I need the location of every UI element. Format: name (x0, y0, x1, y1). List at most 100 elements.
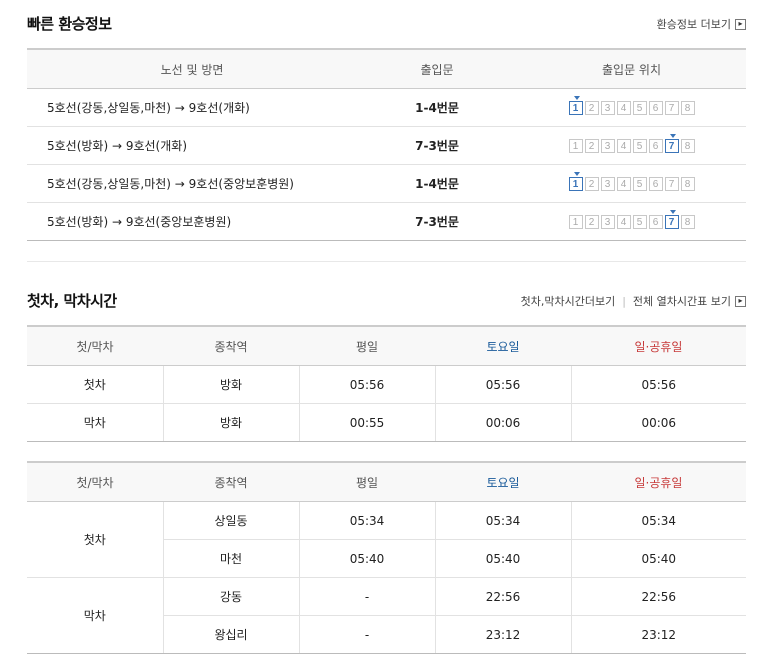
exit-cell: 7-3번문 (357, 126, 517, 165)
route-cell: 5호선(방화) → 9호선(중앙보훈병원) (27, 202, 357, 241)
route-cell: 5호선(강동,상일동,마천) → 9호선(중앙보훈병원) (27, 164, 357, 203)
door-box: 1 (568, 139, 583, 154)
door-box: 3 (600, 101, 615, 116)
weekday-time-cell: 00:55 (298, 403, 435, 442)
transfer-row: 5호선(강동,상일동,마천) → 9호선(중앙보훈병원) 1-4번문 1 2 3 4 5 6 7… (27, 164, 746, 203)
header-saturday: 토요일 (435, 325, 571, 366)
door-position-cell: 12345678 (517, 202, 746, 241)
holiday-time-cell: 05:56 (570, 365, 746, 404)
transfer-header-row: 노선 및 방면 출입문 출입문 위치 (27, 48, 746, 89)
weekday-time-cell: 05:34 (298, 501, 435, 540)
route-cell: 5호선(방화) → 9호선(개화) (27, 126, 357, 165)
door-position-cell: 12345678 (517, 88, 746, 127)
weekday-time-cell: 05:56 (298, 365, 435, 404)
header-weekday: 평일 (299, 325, 435, 366)
door-box: 6 (648, 139, 663, 154)
terminal-station-cell: 방화 (162, 365, 299, 404)
timetable-all-link[interactable]: 전체 열차시간표 보기 (633, 293, 731, 309)
holiday-time-cell: 05:34 (570, 501, 746, 540)
firstlast-table-2: 첫/막차 종착역 평일 토요일 일·공휴일 첫차 상일동 05:34 05:34 05:… (27, 461, 746, 654)
door-box: 1 (568, 215, 583, 230)
firstlast-more-link[interactable]: 첫차,막차시간더보기 (521, 293, 616, 309)
door-box: 8 (680, 139, 695, 154)
header-saturday: 토요일 (435, 461, 571, 502)
weekday-time-cell: 05:40 (298, 539, 435, 578)
saturday-time-cell: 05:40 (434, 539, 571, 578)
firstlast-header-row: 첫/막차 종착역 평일 토요일 일·공휴일 (27, 325, 746, 366)
door-box: 3 (600, 215, 615, 230)
exit-cell: 1-4번문 (357, 164, 517, 203)
door-box: 8 (680, 101, 695, 116)
door-indicator: 12345678 (568, 210, 695, 230)
door-box: 2 (584, 139, 599, 154)
terminal-station-cell: 왕십리 (162, 615, 299, 654)
train-kind-cell: 막차 (27, 577, 163, 654)
door-position-cell: 12345678 (517, 164, 746, 203)
terminal-station-cell: 강동 (162, 577, 299, 616)
holiday-time-cell: 23:12 (570, 615, 746, 654)
timetable-row: 첫차 방화 05:56 05:56 05:56 (27, 365, 746, 404)
saturday-time-cell: 05:56 (434, 365, 571, 404)
timetable-row: 첫차 상일동 05:34 05:34 05:34 (27, 501, 746, 578)
door-box: 5 (632, 101, 647, 116)
chevron-right-icon[interactable]: ▸ (735, 295, 746, 307)
header-exit: 출입문 (357, 48, 517, 89)
door-box: 8 (680, 177, 695, 192)
door-box: 7 (664, 177, 679, 192)
route-cell: 5호선(강동,상일동,마천) → 9호선(개화) (27, 88, 357, 127)
door-box: 1 (568, 172, 583, 192)
door-box: 3 (600, 177, 615, 192)
saturday-time-cell: 22:56 (434, 577, 571, 616)
door-box: 5 (632, 177, 647, 192)
transfer-row: 5호선(방화) → 9호선(중앙보훈병원) 7-3번문 1 2 3 4 5 6 7 8 (27, 202, 746, 241)
timetable-row: 막차 방화 00:55 00:06 00:06 (27, 403, 746, 442)
door-box: 6 (648, 177, 663, 192)
door-box: 7 (664, 210, 679, 230)
door-box: 2 (584, 215, 599, 230)
weekday-time-cell: - (298, 577, 435, 616)
exit-cell: 7-3번문 (357, 202, 517, 241)
door-box: 4 (616, 215, 631, 230)
door-indicator: 12345678 (568, 134, 695, 154)
firstlast-links: 첫차,막차시간더보기 | 전체 열차시간표 보기 ▸ (521, 293, 746, 309)
exit-cell: 1-4번문 (357, 88, 517, 127)
transfer-row: 5호선(방화) → 9호선(개화) 7-3번문 1 2 3 4 5 6 7 8 (27, 126, 746, 165)
section-divider (27, 261, 746, 262)
link-separator: | (622, 294, 626, 308)
firstlast-table-1: 첫/막차 종착역 평일 토요일 일·공휴일 첫차 방화 05:56 05:56 05:5… (27, 325, 746, 442)
transfer-more-link[interactable]: 환승정보 더보기 ▸ (657, 16, 746, 32)
train-kind-cell: 첫차 (27, 365, 163, 404)
saturday-time-cell: 00:06 (434, 403, 571, 442)
saturday-time-cell: 05:34 (434, 501, 571, 540)
terminal-station-cell: 방화 (162, 403, 299, 442)
header-door-position: 출입문 위치 (517, 48, 746, 89)
header-weekday: 평일 (299, 461, 435, 502)
door-box: 6 (648, 215, 663, 230)
door-box: 2 (584, 177, 599, 192)
timetable-row: 막차 강동 -22:56 22:56 (27, 577, 746, 654)
header-holiday: 일·공휴일 (571, 325, 746, 366)
door-box: 5 (632, 215, 647, 230)
door-box: 7 (664, 101, 679, 116)
door-box: 6 (648, 101, 663, 116)
transfer-section-title: 빠른 환승정보 (27, 15, 112, 33)
door-box: 4 (616, 139, 631, 154)
header-kind: 첫/막차 (27, 461, 163, 502)
door-box: 8 (680, 215, 695, 230)
door-indicator: 12345678 (568, 96, 695, 116)
header-kind: 첫/막차 (27, 325, 163, 366)
door-box: 7 (664, 134, 679, 154)
terminal-station-cell: 상일동 (162, 501, 299, 540)
transfer-more-label: 환승정보 더보기 (656, 18, 731, 31)
header-route: 노선 및 방면 (27, 48, 357, 89)
door-box: 4 (616, 101, 631, 116)
door-box: 1 (568, 96, 583, 116)
holiday-time-cell: 00:06 (570, 403, 746, 442)
transfer-row: 5호선(강동,상일동,마천) → 9호선(개화) 1-4번문 1 2 3 4 5 6 7 8 (27, 88, 746, 127)
firstlast-section-title: 첫차, 막차시간 (27, 292, 117, 310)
door-box: 3 (600, 139, 615, 154)
firstlast-header-row: 첫/막차 종착역 평일 토요일 일·공휴일 (27, 461, 746, 502)
weekday-time-cell: - (298, 615, 435, 654)
door-box: 2 (584, 101, 599, 116)
train-kind-cell: 첫차 (27, 501, 163, 578)
